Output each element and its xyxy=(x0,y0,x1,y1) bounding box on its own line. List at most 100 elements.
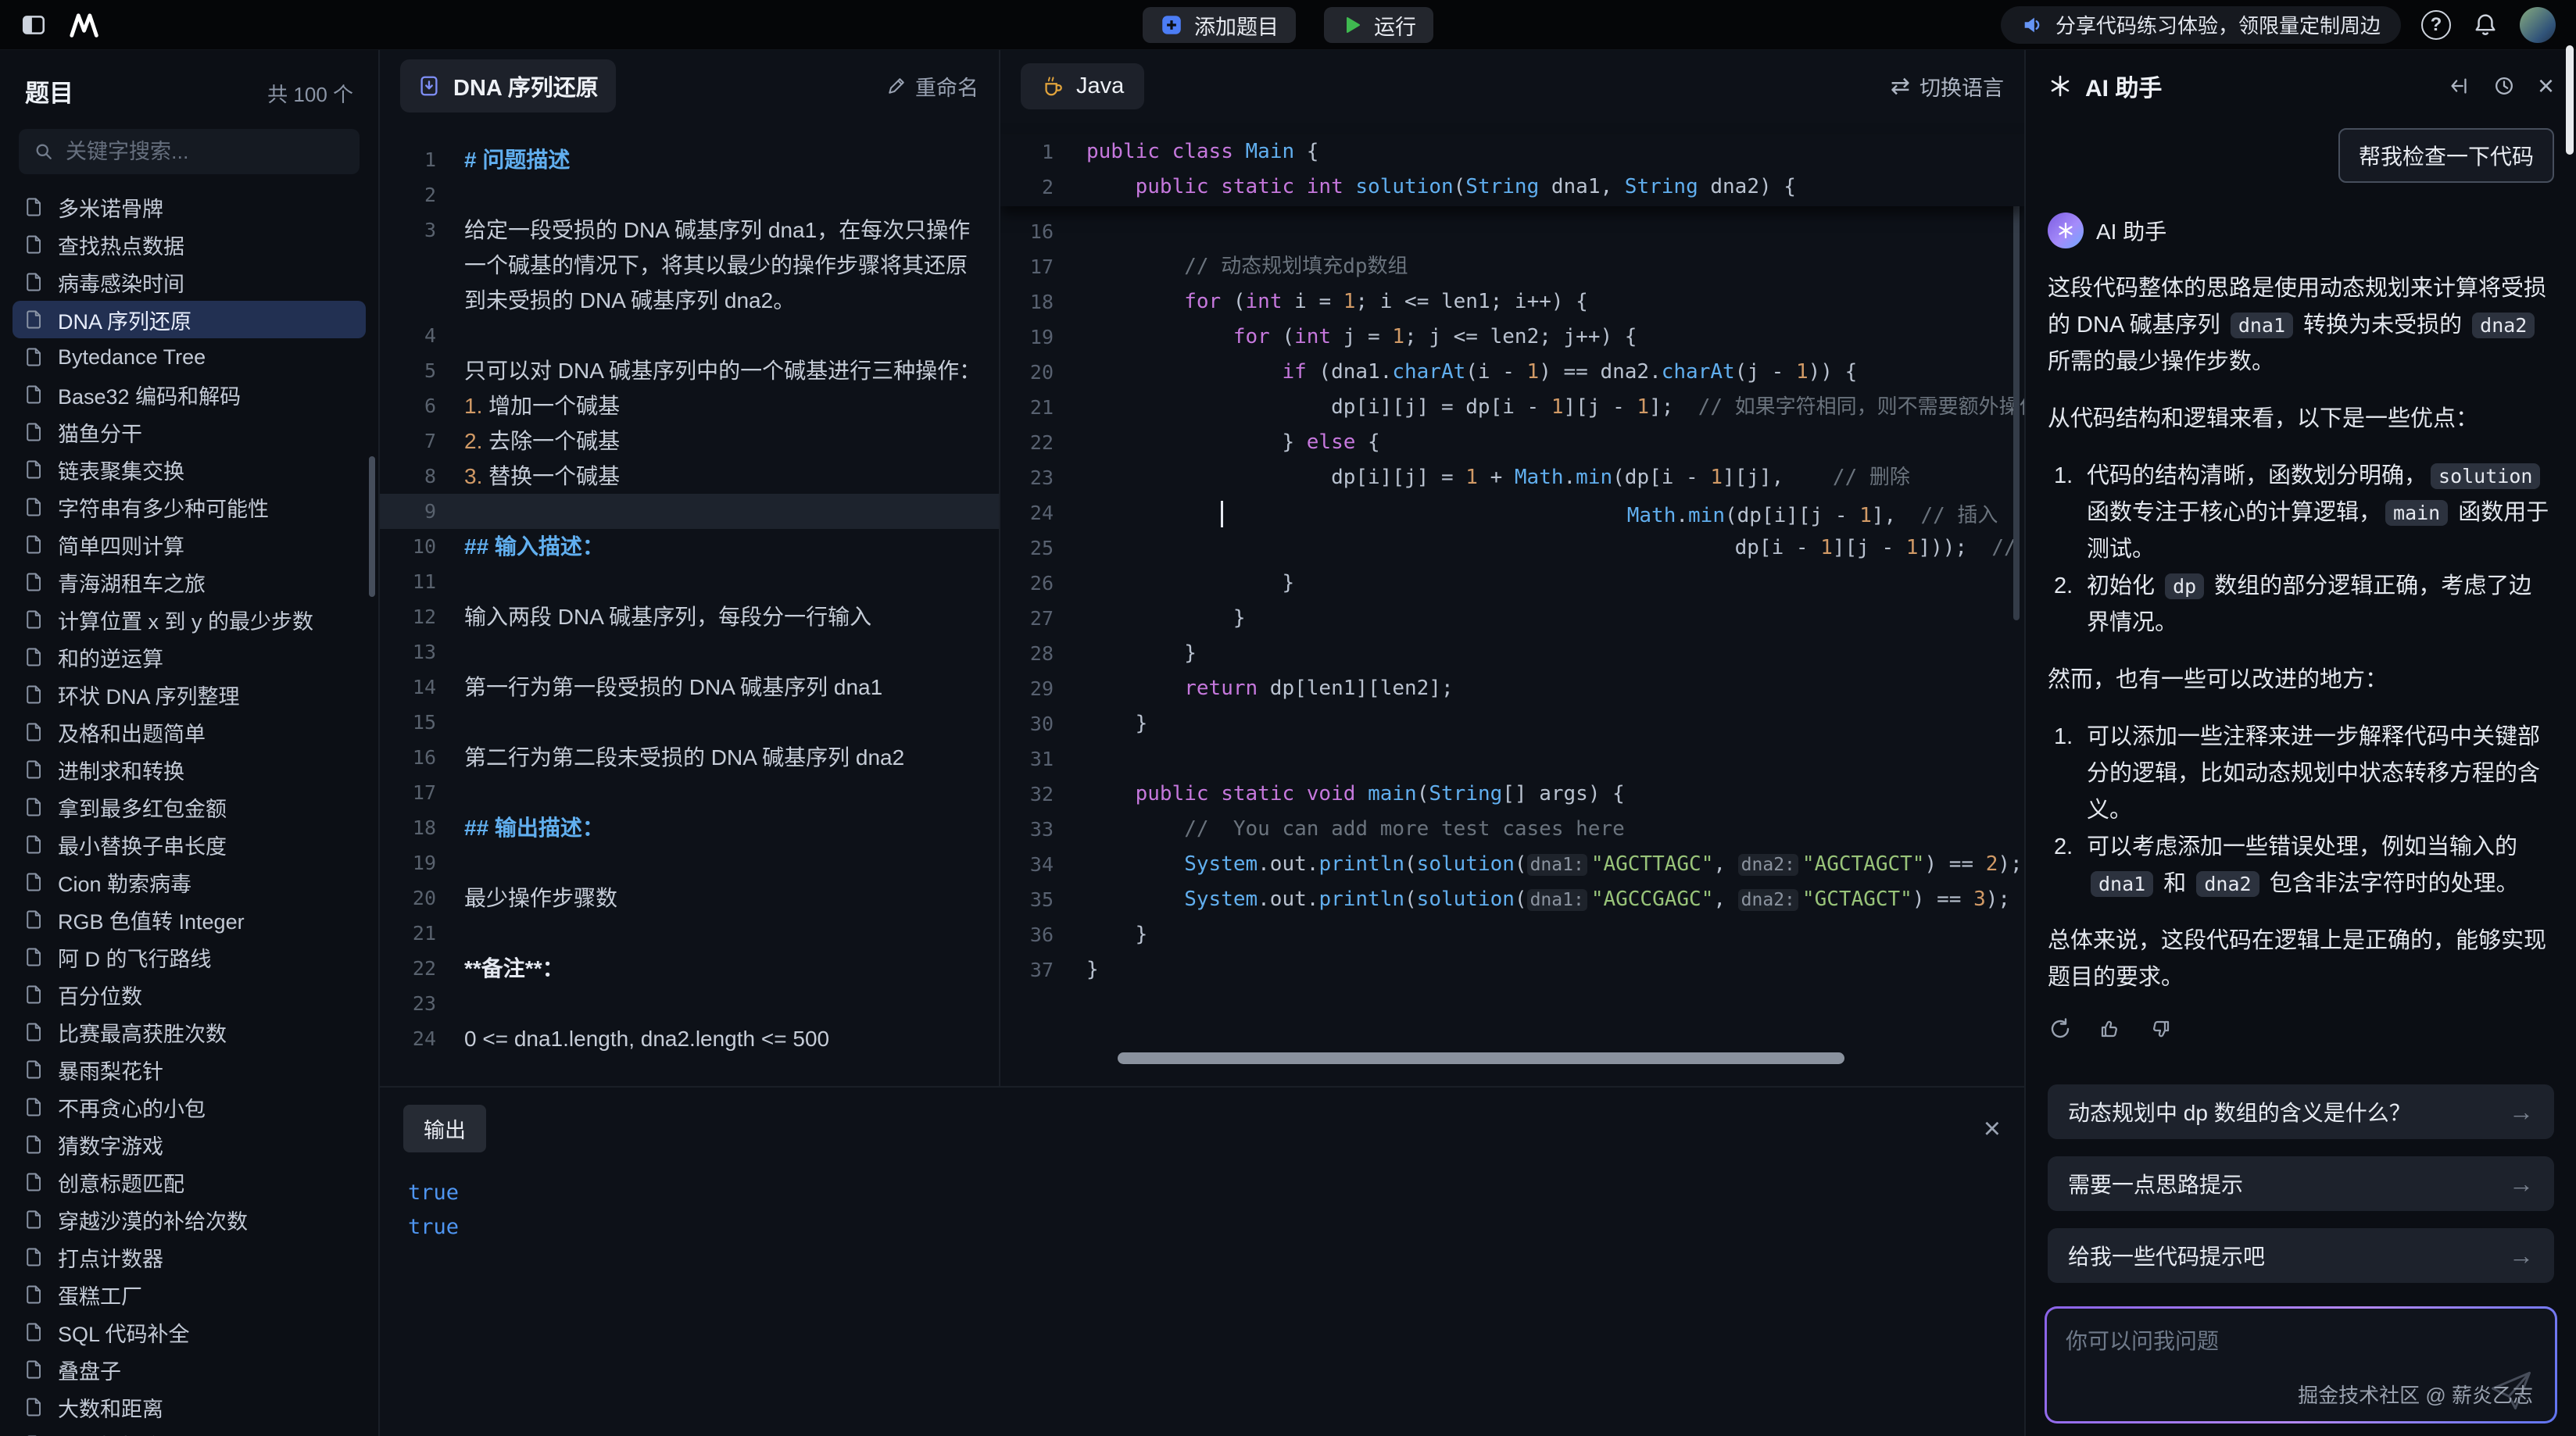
sidebar-title: 题目 xyxy=(25,73,73,109)
code-line[interactable]: 35 System.out.println(solution(dna1:"AGC… xyxy=(1000,882,2024,917)
code-line[interactable]: 24 Math.min(dp[i][j - 1], // 插入 xyxy=(1000,495,2024,530)
suggestion-chip[interactable]: 需要一点思路提示→ xyxy=(2048,1156,2554,1211)
history-icon[interactable] xyxy=(2492,74,2516,98)
file-icon xyxy=(23,759,45,781)
marscode-logo[interactable] xyxy=(69,12,103,38)
sidebar-item-label: 及格和出题简单 xyxy=(58,717,206,748)
sidebar-item[interactable]: 查找热点数据 xyxy=(13,226,366,263)
announcement-banner[interactable]: 分享代码练习体验，领限量定制周边 xyxy=(2001,6,2401,44)
suggestion-chip[interactable]: 动态规划中 dp 数组的含义是什么？→ xyxy=(2048,1084,2554,1139)
sidebar-item[interactable]: 大数和距离 xyxy=(13,1388,366,1426)
sidebar-item[interactable]: 拿到最多红包金额 xyxy=(13,788,366,826)
sidebar-item[interactable]: 青海湖租车之旅 xyxy=(13,563,366,601)
output-close-icon[interactable]: × xyxy=(1984,1114,2001,1144)
code-line[interactable]: 16 xyxy=(1000,214,2024,249)
sidebar-toggle-icon[interactable] xyxy=(20,12,47,38)
check-code-button[interactable]: 帮我检查一下代码 xyxy=(2338,128,2554,183)
sidebar-item[interactable]: 环状 DNA 序列整理 xyxy=(13,676,366,713)
thumbs-down-icon[interactable] xyxy=(2148,1016,2173,1041)
code-line[interactable]: 25 dp[i - 1][j - 1])); // 替换 xyxy=(1000,530,2024,566)
language-tab[interactable]: Java xyxy=(1021,63,1144,109)
sidebar-scrollbar-thumb[interactable] xyxy=(369,456,375,597)
sidebar-item[interactable]: RGB 色值转 Integer xyxy=(13,901,366,938)
sidebar-item[interactable]: 叠盘子 xyxy=(13,1351,366,1388)
sidebar-item[interactable]: Bytedance Tree xyxy=(13,338,366,376)
code-line[interactable]: 31 xyxy=(1000,741,2024,777)
problem-tab[interactable]: DNA 序列还原 xyxy=(400,59,616,113)
description-editor[interactable]: 1# 问题描述23给定一段受损的 DNA 碱基序列 dna1，在每次只操作一个碱… xyxy=(380,122,999,1086)
code-line[interactable]: 29 return dp[len1][len2]; xyxy=(1000,671,2024,706)
sidebar-item[interactable]: Base32 编码和解码 xyxy=(13,376,366,413)
code-line[interactable]: 34 System.out.println(solution(dna1:"AGC… xyxy=(1000,847,2024,882)
switch-language-button[interactable]: ⇄ 切换语言 xyxy=(1891,71,2004,102)
sidebar-item[interactable]: 字符串有多少种可能性 xyxy=(13,488,366,526)
code-line[interactable]: 33 // You can add more test cases here xyxy=(1000,812,2024,847)
code-line[interactable]: 18 for (int i = 1; i <= len1; i++) { xyxy=(1000,284,2024,320)
output-tab[interactable]: 输出 xyxy=(403,1105,486,1152)
suggestion-chip[interactable]: 给我一些代码提示吧→ xyxy=(2048,1228,2554,1283)
sidebar-item[interactable]: 计算位置 x 到 y 的最少步数 xyxy=(13,601,366,638)
ai-avatar xyxy=(2048,213,2084,248)
sidebar-item[interactable]: 最小替换子串长度 xyxy=(13,826,366,863)
code-line[interactable]: 2 public static int solution(String dna1… xyxy=(1000,170,2024,205)
sidebar-item[interactable]: 链表聚集交换 xyxy=(13,451,366,488)
search-input[interactable] xyxy=(66,140,345,164)
bell-icon[interactable] xyxy=(2471,11,2499,39)
sidebar-item[interactable]: DNA 序列还原 xyxy=(13,301,366,338)
sidebar-item[interactable]: SQL 代码补全 xyxy=(13,1313,366,1351)
code-line[interactable]: 37} xyxy=(1000,952,2024,988)
code-line[interactable]: 22 } else { xyxy=(1000,425,2024,460)
sidebar-item[interactable]: 和的逆运算 xyxy=(13,638,366,676)
sidebar-item[interactable]: 及格和出题简单 xyxy=(13,713,366,751)
sidebar-item[interactable]: 简单四则计算 xyxy=(13,526,366,563)
code-line[interactable]: 27 } xyxy=(1000,601,2024,636)
sidebar-item[interactable]: 多米诺骨牌 xyxy=(13,188,366,226)
sidebar-item-label: 链表聚集交换 xyxy=(58,455,184,485)
editor-vertical-scrollbar-thumb[interactable] xyxy=(2013,183,2020,620)
sidebar-item[interactable]: 不再贪心的小包 xyxy=(13,1088,366,1126)
collapse-panel-icon[interactable] xyxy=(2447,74,2470,98)
thumbs-up-icon[interactable] xyxy=(2098,1016,2123,1041)
code-line[interactable]: 20 if (dna1.charAt(i - 1) == dna2.charAt… xyxy=(1000,355,2024,390)
code-line[interactable]: 17 // 动态规划填充dp数组 xyxy=(1000,249,2024,284)
file-icon xyxy=(23,796,45,818)
help-icon[interactable]: ? xyxy=(2421,10,2451,40)
code-line[interactable]: 26 } xyxy=(1000,566,2024,601)
sidebar-item[interactable]: 猫鱼分干 xyxy=(13,413,366,451)
ai-close-icon[interactable]: × xyxy=(2538,72,2554,100)
sidebar-item[interactable]: 病毒感染时间 xyxy=(13,263,366,301)
sidebar-item[interactable]: 打点计数器 xyxy=(13,1238,366,1276)
code-editor[interactable]: 1public class Main {2 public static int … xyxy=(1000,122,2024,1086)
user-avatar[interactable] xyxy=(2520,7,2556,43)
sidebar-item[interactable]: 穿越沙漠的补给次数 xyxy=(13,1201,366,1238)
code-line[interactable]: 30 } xyxy=(1000,706,2024,741)
sidebar-item[interactable]: 进制求和转换 xyxy=(13,751,366,788)
sidebar-item[interactable]: 百分位数 xyxy=(13,976,366,1013)
search-box[interactable] xyxy=(19,129,360,174)
rename-button[interactable]: 重命名 xyxy=(886,71,979,102)
regenerate-icon[interactable] xyxy=(2048,1016,2073,1041)
code-line[interactable]: 23 dp[i][j] = 1 + Math.min(dp[i - 1][j],… xyxy=(1000,460,2024,495)
code-line[interactable]: 21 dp[i][j] = dp[i - 1][j - 1]; // 如果字符相… xyxy=(1000,390,2024,425)
sidebar-item[interactable]: Cion 勒索病毒 xyxy=(13,863,366,901)
ai-input-box[interactable]: 掘金技术社区 @ 薪炎乙志 xyxy=(2045,1306,2557,1423)
run-button[interactable]: 运行 xyxy=(1324,7,1433,43)
sidebar-item[interactable]: 猜数字游戏 xyxy=(13,1126,366,1163)
page-scrollbar-thumb[interactable] xyxy=(2566,45,2574,155)
sidebar-item[interactable]: 阿 D 的飞行路线 xyxy=(13,938,366,976)
code-line[interactable]: 36 } xyxy=(1000,917,2024,952)
sidebar-item[interactable]: 蛋糕工厂 xyxy=(13,1276,366,1313)
code-line[interactable]: 1public class Main { xyxy=(1000,134,2024,170)
code-line[interactable]: 28 } xyxy=(1000,636,2024,671)
sidebar-item[interactable]: 二叉树排序 xyxy=(13,1426,366,1436)
code-text: } xyxy=(1086,917,2024,952)
code-line[interactable]: 19 for (int j = 1; j <= len2; j++) { xyxy=(1000,320,2024,355)
line-number: 28 xyxy=(1000,636,1086,671)
sidebar-item[interactable]: 创意标题匹配 xyxy=(13,1163,366,1201)
sidebar-item[interactable]: 比赛最高获胜次数 xyxy=(13,1013,366,1051)
editor-horizontal-scrollbar-thumb[interactable] xyxy=(1118,1052,1844,1064)
code-line[interactable]: 32 public static void main(String[] args… xyxy=(1000,777,2024,812)
ai-input[interactable] xyxy=(2066,1324,2536,1371)
add-problem-button[interactable]: 添加题目 xyxy=(1143,7,1296,43)
sidebar-item[interactable]: 暴雨梨花针 xyxy=(13,1051,366,1088)
